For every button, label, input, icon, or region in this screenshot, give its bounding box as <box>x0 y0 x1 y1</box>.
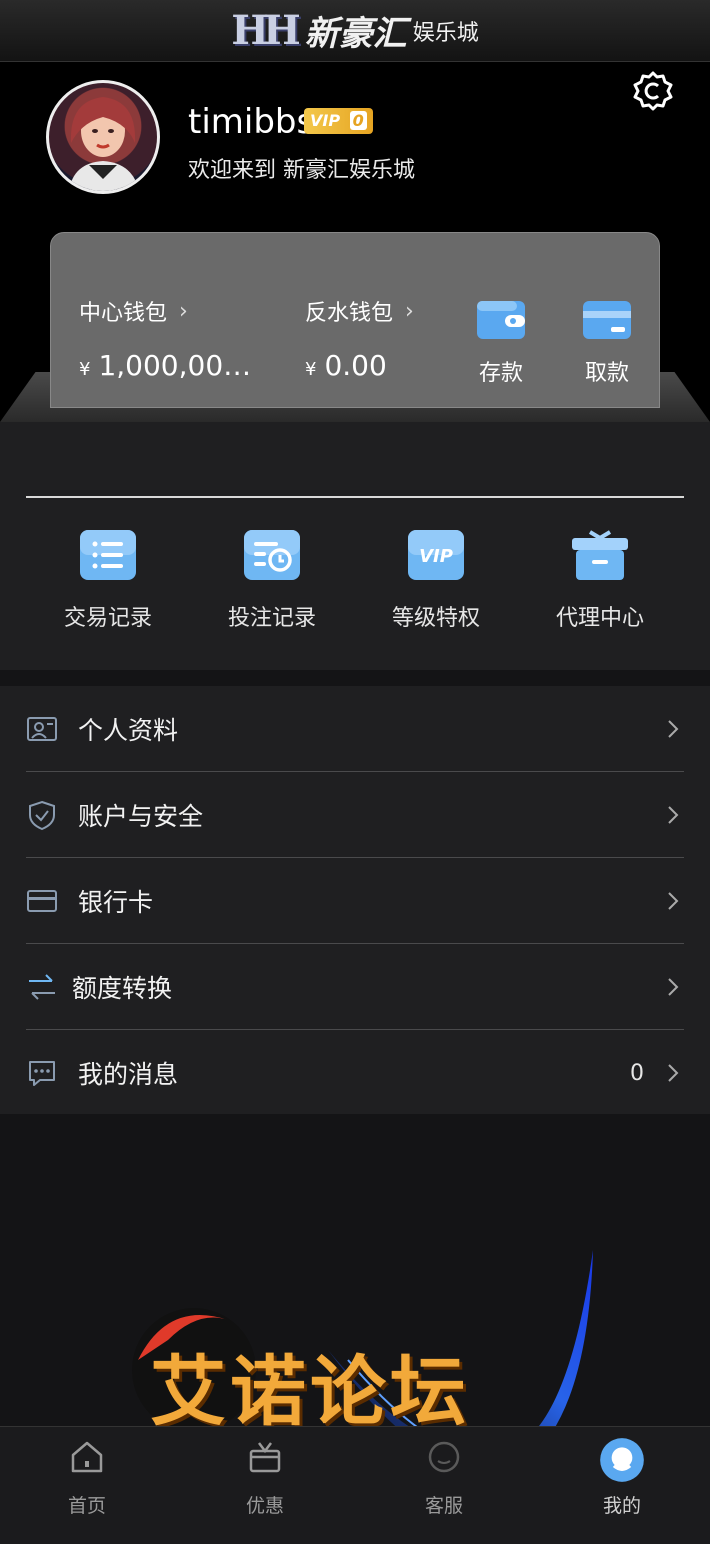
tab-label: 优惠 <box>245 1495 284 1517</box>
settings-gear-icon[interactable] <box>632 70 674 112</box>
vip-badge: VIP 0 <box>304 108 373 134</box>
grid-item-bets[interactable]: 投注记录 <box>190 528 354 632</box>
deposit-button[interactable]: 存款 <box>461 297 541 387</box>
card-icon <box>583 301 631 339</box>
center-wallet-label: 中心钱包 <box>79 301 168 326</box>
list-icon <box>80 530 136 580</box>
grid-label: 代理中心 <box>555 606 644 631</box>
grid-label: 等级特权 <box>391 606 480 631</box>
wallet-icon <box>477 301 525 339</box>
menu-label: 银行卡 <box>78 887 154 917</box>
brand-sub: 娱乐城 <box>412 20 479 46</box>
bottom-tab-bar: 首页 优惠 客服 我的 <box>0 1426 710 1544</box>
rebate-wallet[interactable]: 反水钱包 › ¥ 0.00 <box>305 295 414 383</box>
tab-home[interactable]: 首页 <box>27 1437 147 1518</box>
vip-icon: VIP <box>408 530 464 580</box>
menu-item-transfer[interactable]: 额度转换 <box>26 944 684 1030</box>
brand-bar: HH 新豪汇 娱乐城 <box>0 0 710 62</box>
menu-item-messages[interactable]: 我的消息 0 <box>26 1030 684 1116</box>
watermark-text: 艾诺论坛 <box>150 1347 470 1436</box>
settings-menu: 个人资料 账户与安全 银行卡 额度转换 我的消息 0 <box>0 686 710 1114</box>
bank-card-icon <box>27 889 57 912</box>
vip-level: 0 <box>349 111 367 130</box>
menu-label: 个人资料 <box>78 715 179 745</box>
avatar-image <box>69 97 139 191</box>
center-wallet[interactable]: 中心钱包 › ¥ 1,000,00… <box>79 295 252 383</box>
chevron-right-icon: › <box>405 298 414 324</box>
currency-symbol: ¥ <box>79 359 91 380</box>
rebate-wallet-value: 0.00 <box>324 349 387 382</box>
transfer-icon <box>29 973 55 1000</box>
menu-item-profile[interactable]: 个人资料 <box>26 686 684 772</box>
svg-text:VIP: VIP <box>419 546 453 567</box>
vip-label: VIP <box>310 111 341 130</box>
profile-card-icon <box>27 716 57 741</box>
deposit-label: 存款 <box>478 361 523 386</box>
support-icon <box>428 1441 460 1473</box>
menu-item-bank-card[interactable]: 银行卡 <box>26 858 684 944</box>
currency-symbol: ¥ <box>305 359 317 380</box>
tab-support[interactable]: 客服 <box>384 1437 504 1518</box>
message-count: 0 <box>630 1060 644 1086</box>
grid-item-vip[interactable]: VIP 等级特权 <box>354 528 518 632</box>
rebate-wallet-label: 反水钱包 <box>305 301 394 326</box>
center-wallet-value: 1,000,00… <box>98 349 252 382</box>
chevron-right-icon <box>668 977 679 996</box>
grid-label: 交易记录 <box>63 606 152 631</box>
avatar[interactable] <box>46 80 160 194</box>
username: timibbs <box>188 102 315 142</box>
tab-label: 首页 <box>67 1495 106 1517</box>
withdraw-label: 取款 <box>584 361 629 386</box>
tab-my[interactable]: 我的 <box>562 1437 682 1518</box>
chevron-right-icon: › <box>179 298 188 324</box>
chevron-right-icon <box>668 1064 679 1082</box>
chevron-right-icon <box>668 805 679 824</box>
tab-label: 我的 <box>602 1495 641 1517</box>
grid-label: 投注记录 <box>227 606 316 631</box>
brand-name: 新豪汇 <box>304 14 407 54</box>
home-icon <box>71 1441 103 1473</box>
withdraw-button[interactable]: 取款 <box>567 297 647 387</box>
tab-promotions[interactable]: 优惠 <box>205 1437 325 1518</box>
chevron-right-icon <box>668 891 679 910</box>
gift-box-icon <box>572 530 628 580</box>
gift-icon <box>249 1442 281 1473</box>
tab-label: 客服 <box>424 1495 463 1517</box>
wallet-card: 中心钱包 › ¥ 1,000,00… 反水钱包 › ¥ 0.00 存款 取款 <box>50 232 660 408</box>
welcome-text: 欢迎来到 新豪汇娱乐城 <box>188 158 415 183</box>
chevron-right-icon <box>668 719 679 738</box>
grid-item-agent[interactable]: 代理中心 <box>518 528 682 632</box>
brand-logo: HH <box>231 7 301 54</box>
my-icon <box>600 1438 644 1482</box>
shield-icon <box>29 800 55 830</box>
message-icon <box>29 1061 55 1086</box>
menu-item-security[interactable]: 账户与安全 <box>26 772 684 858</box>
grid-item-transactions[interactable]: 交易记录 <box>26 528 190 632</box>
divider <box>26 496 684 498</box>
menu-label: 额度转换 <box>72 973 173 1003</box>
menu-label: 账户与安全 <box>78 801 204 831</box>
menu-label: 我的消息 <box>78 1060 179 1089</box>
quick-grid: 交易记录 投注记录 VIP 等级特权 代理中心 <box>0 422 710 670</box>
bet-record-icon <box>244 530 300 580</box>
